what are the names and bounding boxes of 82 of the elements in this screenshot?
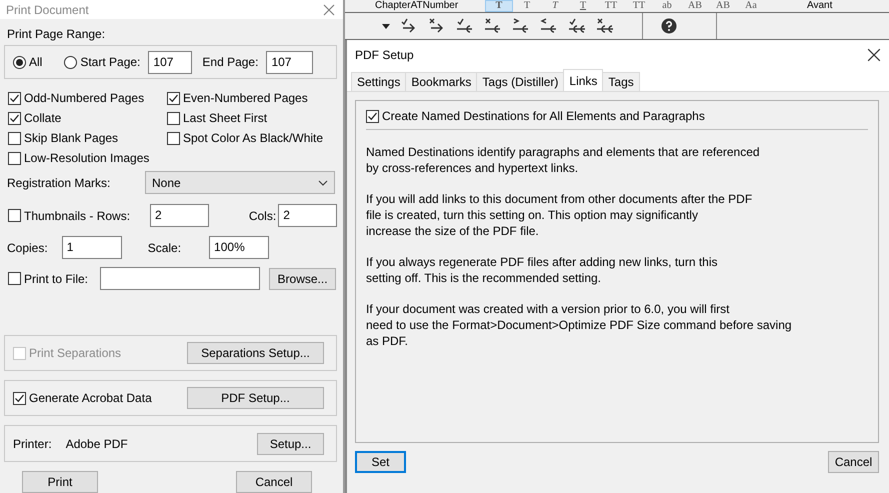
cols-field[interactable]: 2 [278, 204, 337, 227]
format-button[interactable]: Aa [737, 0, 765, 12]
checkbox[interactable] [8, 112, 21, 124]
help-paragraph: If you always regenerate PDF files after adding new links, turn this setting off. This is the recommended setting. [366, 254, 719, 286]
radio-label: Start Page: [80, 55, 140, 69]
help-paragraph: If your document was created with a version prior to 6.0, you will first need to use the Format>Document>Optimize PDF Size command before saving as PDF. [366, 301, 793, 349]
chevron-down-icon [318, 180, 328, 186]
format-button[interactable]: T [569, 0, 597, 12]
checkbox-label: Low-Resolution Images [24, 151, 150, 165]
tab[interactable]: Settings [351, 72, 406, 91]
greater-euro-icon[interactable] [512, 18, 530, 34]
check-double-euro-icon[interactable] [568, 18, 586, 34]
rows-field[interactable]: 2 [150, 204, 209, 227]
checkbox-label: Print Separations [29, 346, 122, 360]
checkbox[interactable] [8, 209, 21, 222]
checkbox-label: Create Named Destinations for All Elements and Paragraphs [382, 109, 705, 123]
file-path-field[interactable] [100, 267, 260, 290]
help-paragraph: If you will add links to this document from other documents after the PDF file is created, turn this setting on. This option may significantly increase the size of the PDF file. [366, 191, 754, 239]
checkbox-label: Print to File: [24, 272, 88, 286]
field-label: Printer: [13, 436, 52, 450]
dialog-button[interactable]: Cancel [236, 471, 312, 493]
checkbox-label: Even-Numbered Pages [183, 91, 308, 105]
dialog-button[interactable]: Set [355, 451, 406, 473]
checkbox[interactable] [8, 92, 21, 104]
field-label: Registration Marks: [7, 176, 110, 190]
tab[interactable]: Bookmarks [405, 72, 478, 91]
field-label: End Page: [202, 55, 258, 69]
help-icon[interactable] [661, 18, 677, 34]
checkbox-label: Generate Acrobat Data [29, 391, 152, 405]
less-euro-icon[interactable] [540, 18, 558, 34]
field-label: Copies: [7, 240, 48, 254]
check-euro-icon[interactable] [456, 18, 474, 34]
x-euro-icon[interactable] [484, 18, 502, 34]
scale-field[interactable]: 100% [209, 236, 270, 259]
x-double-euro-icon[interactable] [596, 18, 614, 34]
checkbox[interactable] [8, 152, 21, 164]
window-title: Print Document [6, 2, 89, 16]
printer-setup-button[interactable]: Setup... [257, 432, 324, 454]
format-button[interactable]: T [541, 0, 569, 12]
printer-name: Adobe PDF [66, 436, 128, 450]
checkbox-label: Skip Blank Pages [24, 131, 118, 145]
dialog-button[interactable]: Cancel [828, 451, 879, 473]
font-dropdown[interactable]: Avant [807, 0, 832, 12]
format-button[interactable]: ab [653, 0, 681, 12]
checkbox[interactable] [8, 132, 21, 144]
setup-button[interactable]: PDF Setup... [187, 387, 324, 409]
end-page-field[interactable]: 107 [266, 50, 314, 74]
checkbox[interactable] [167, 92, 180, 104]
dialog-title: PDF Setup [355, 48, 414, 62]
section-label: Print Page Range: [7, 27, 106, 41]
format-button[interactable]: AB [681, 0, 709, 12]
checkbox-label: Odd-Numbered Pages [24, 91, 144, 105]
tab[interactable]: Tags [602, 72, 640, 91]
start-page-field[interactable]: 107 [148, 50, 192, 74]
format-button[interactable]: AB [709, 0, 737, 12]
checkbox[interactable] [167, 112, 180, 124]
checkbox[interactable] [167, 132, 180, 144]
dropdown-arrow-icon[interactable] [382, 24, 390, 28]
radio-button[interactable] [13, 56, 26, 68]
copies-field[interactable]: 1 [62, 236, 122, 259]
dialog-button[interactable]: Print [22, 471, 98, 493]
registration-marks-dropdown[interactable]: None [145, 171, 335, 194]
format-button[interactable]: TT [625, 0, 653, 12]
field-label: Cols: [248, 208, 276, 222]
checkbox-label: Last Sheet First [183, 111, 268, 125]
checkbox[interactable] [8, 272, 21, 285]
format-button[interactable]: T [513, 0, 541, 12]
paragraph-format-dropdown[interactable]: ChapterATNumber [371, 0, 467, 12]
checkbox-label: Spot Color As Black/White [183, 131, 324, 145]
browse-button[interactable]: Browse... [269, 268, 336, 290]
checkbox[interactable] [13, 392, 26, 404]
tab[interactable]: Tags (Distiller) [476, 72, 564, 91]
field-label: Scale: [148, 240, 182, 254]
close-icon[interactable] [867, 48, 881, 62]
help-paragraph: Named Destinations identify paragraphs and elements that are referenced by cross-references and hypertext links. [366, 144, 761, 176]
radio-label: All [29, 55, 42, 69]
checkbox[interactable] [366, 110, 379, 122]
checkbox-label: Thumbnails - Rows: [24, 208, 130, 222]
format-button[interactable]: T [485, 0, 513, 12]
format-button[interactable]: TT [597, 0, 625, 12]
checkbox-label: Collate [24, 111, 62, 125]
radio-button[interactable] [64, 56, 78, 68]
